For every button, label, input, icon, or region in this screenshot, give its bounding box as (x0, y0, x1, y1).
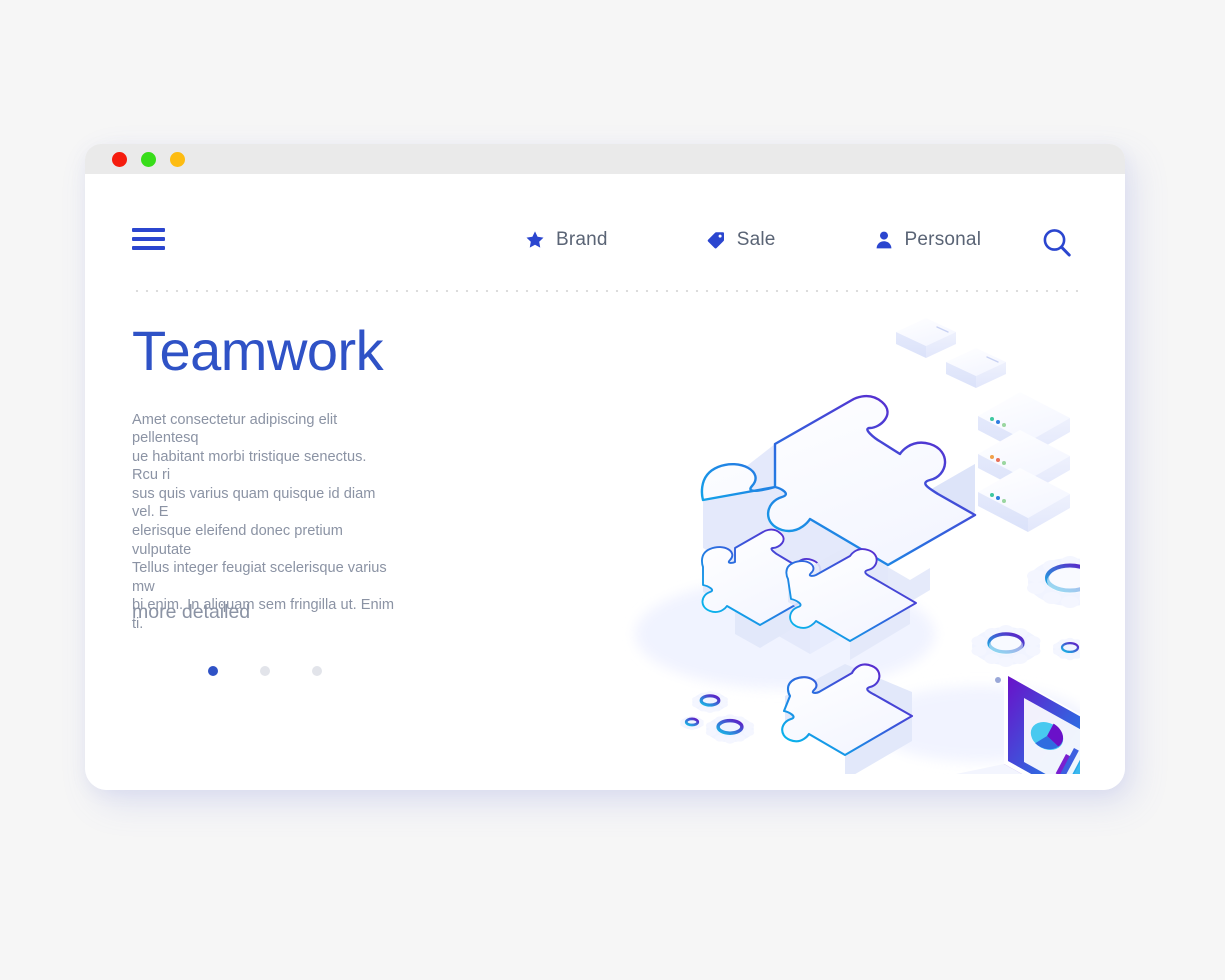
gear-medium (971, 625, 1041, 667)
gear-large (1027, 556, 1080, 608)
top-navigation: Brand Sale Personal (85, 174, 1125, 292)
hamburger-bar-2 (132, 237, 165, 241)
server-stack (978, 392, 1070, 532)
carousel-pagination (132, 666, 432, 677)
nav-item-personal[interactable]: Personal (874, 229, 982, 251)
gear-small (1053, 637, 1080, 661)
nav-item-label: Brand (556, 229, 608, 250)
tag-icon (707, 232, 724, 249)
nav-items: Brand Sale Personal (525, 229, 981, 251)
small-puzzle-piece-center (781, 663, 914, 774)
carousel-dot-1[interactable] (208, 666, 218, 677)
nav-item-brand[interactable]: Brand (525, 229, 608, 251)
more-detailed-link[interactable]: more detailed (132, 601, 250, 624)
browser-title-bar (85, 144, 1125, 174)
minimize-window-dot[interactable] (141, 151, 156, 167)
gear-cluster-bottom-left (680, 691, 755, 744)
nav-item-sale[interactable]: Sale (706, 229, 776, 251)
floating-card-top (896, 318, 956, 358)
isometric-teamwork-illustration (600, 304, 1080, 774)
maximize-window-dot[interactable] (170, 151, 185, 167)
page-title: Teamwork (132, 319, 384, 382)
person-icon (876, 231, 891, 249)
carousel-dot-3[interactable] (312, 666, 322, 677)
hamburger-menu-icon[interactable] (132, 228, 165, 250)
hamburger-bar-1 (132, 228, 165, 232)
hero-body-text: Amet consectetur adipiscing elit pellent… (132, 411, 394, 632)
nav-item-label: Sale (736, 229, 776, 250)
star-icon (526, 231, 544, 248)
nav-dotted-divider (132, 290, 1078, 292)
search-icon[interactable] (1040, 226, 1074, 265)
close-window-dot[interactable] (112, 151, 127, 167)
carousel-dot-2[interactable] (260, 666, 270, 677)
browser-window: Brand Sale Personal Teamwork Amet consec… (85, 144, 1125, 790)
page-viewport: Brand Sale Personal Teamwork Amet consec… (85, 174, 1125, 790)
hamburger-bar-3 (132, 246, 165, 250)
floating-card-bottom (946, 348, 1006, 388)
nav-item-label: Personal (904, 229, 982, 250)
